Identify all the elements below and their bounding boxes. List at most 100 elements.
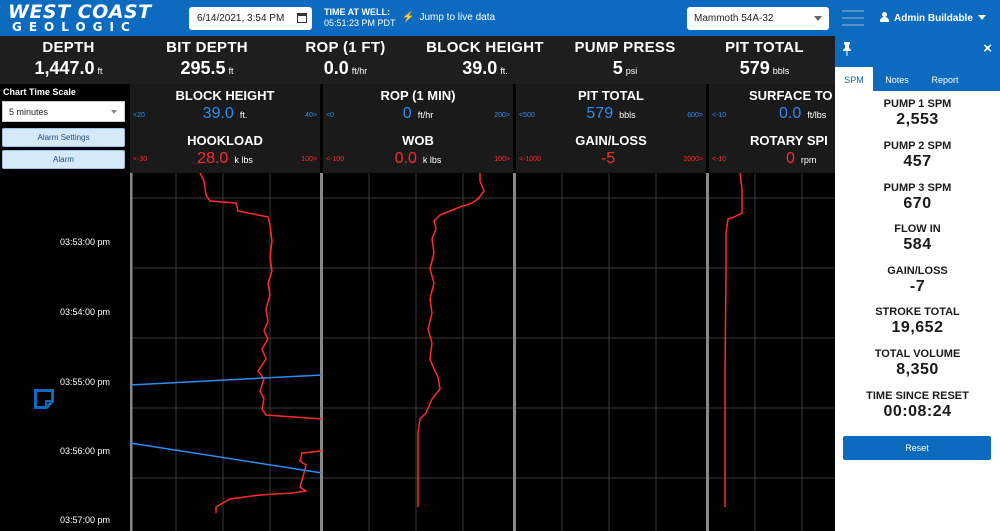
time-scale-value: 5 minutes (9, 107, 49, 117)
track-bottom-unit: k lbs (422, 155, 442, 165)
metric-unit: ft. (500, 66, 508, 76)
grid (130, 173, 835, 531)
tab-report[interactable]: Report (923, 67, 967, 91)
block-height-curve-1 (130, 374, 323, 386)
track-top-value: 0.0 (779, 105, 802, 122)
track-bottom-value: -5 (600, 150, 616, 167)
track-top-label: SURFACE TO (749, 88, 833, 103)
chevron-down-icon (111, 110, 117, 114)
spm-pump2: PUMP 2 SPM 457 (835, 140, 1000, 171)
flow-in: FLOW IN 584 (835, 223, 1000, 254)
tab-notes[interactable]: Notes (877, 67, 917, 91)
wob-curve (417, 173, 485, 507)
stat-value: 8,350 (896, 361, 939, 378)
time-label: 03:56:00 pm (60, 446, 111, 456)
stroke-total: STROKE TOTAL 19,652 (835, 306, 1000, 337)
stat-value: 670 (903, 195, 932, 212)
time-label: 03:54:00 pm (60, 307, 111, 317)
close-icon[interactable]: × (983, 40, 992, 57)
metric-value: 579 (739, 58, 770, 78)
menu-icon[interactable] (842, 10, 864, 28)
track-top-unit: bbls (619, 110, 636, 120)
track-top-value: 39.0 (202, 105, 234, 122)
stat-value: 584 (903, 236, 932, 253)
well-select[interactable]: Mammoth 54A-32 (687, 7, 829, 30)
track-bottom-label: HOOKLOAD (187, 133, 263, 148)
chevron-down-icon (814, 16, 822, 21)
logo-line1: WEST COAST (8, 1, 152, 23)
stat-label: PUMP 3 SPM (883, 182, 952, 194)
side-panel-tabs: SPM Notes Report (835, 64, 1000, 91)
tab-spm[interactable]: SPM (835, 67, 873, 91)
metric-unit: bbls (772, 66, 790, 76)
jump-to-live-button[interactable]: ⚡ Jump to live data (402, 12, 495, 23)
track-bottom-unit: rpm (800, 155, 817, 165)
alarm-button[interactable]: Alarm (2, 150, 125, 169)
track-header-1: BLOCK HEIGHT <20 40> 39.0 ft. HOOKLOAD <-… (130, 84, 320, 173)
time-scale-select[interactable]: 5 minutes (2, 101, 125, 122)
time-label: 03:55:00 pm (60, 377, 111, 387)
bolt-icon: ⚡ (402, 12, 415, 23)
calendar-icon[interactable] (297, 13, 307, 23)
metric-value: 1,447.0 (34, 58, 95, 78)
stat-value: 00:08:24 (883, 403, 952, 420)
track-header-3: PIT TOTAL <500 600> 579 bbls GAIN/LOSS <-… (516, 84, 706, 173)
track-top-value: 0 (402, 105, 412, 122)
metric-label: PIT TOTAL (725, 39, 804, 56)
hookload-curve (199, 173, 323, 420)
stat-value: 19,652 (891, 319, 944, 336)
track-header-2: ROP (1 MIN) <0 200> 0 ft/hr WOB <-100 100… (323, 84, 513, 173)
total-volume: TOTAL VOLUME 8,350 (835, 348, 1000, 379)
pin-icon[interactable] (842, 42, 852, 56)
pit-total-curve (724, 173, 743, 507)
metric-value: 39.0 (462, 58, 498, 78)
metric-unit: psi (625, 66, 638, 76)
spm-pump1: PUMP 1 SPM 2,553 (835, 98, 1000, 129)
block-height-curve-2 (130, 442, 323, 474)
reset-button[interactable]: Reset (843, 436, 991, 460)
metric-unit: ft/hr (351, 66, 368, 76)
track-top-label: BLOCK HEIGHT (175, 88, 275, 103)
metric-value: 295.5 (180, 58, 226, 78)
log-plot[interactable] (130, 173, 835, 531)
track-separators (130, 173, 709, 531)
stat-label: GAIN/LOSS (887, 265, 948, 277)
track-bottom-min: <-10 (712, 156, 727, 163)
stat-label: TOTAL VOLUME (874, 348, 961, 360)
metric-label: ROP (1 FT) (305, 39, 386, 56)
track-top-unit: ft. (239, 110, 248, 120)
stat-label: STROKE TOTAL (875, 306, 960, 318)
gain-loss: GAIN/LOSS -7 (835, 265, 1000, 296)
logo: WEST COAST GEOLOGIC (8, 3, 152, 34)
datetime-input[interactable]: 6/14/2021, 3:54 PM (189, 7, 312, 30)
side-panel: × SPM Notes Report PUMP 1 SPM 2,553 PUMP… (835, 36, 1000, 531)
metric-pit-total: PIT TOTAL 579 bbls (694, 36, 835, 84)
track-top-unit: ft/hr (417, 110, 434, 120)
metric-block-height: BLOCK HEIGHT 39.0 ft. (414, 36, 556, 84)
alarm-settings-button[interactable]: Alarm Settings (2, 128, 125, 147)
user-menu[interactable]: Admin Buildable (880, 12, 986, 24)
metric-label: DEPTH (42, 39, 95, 56)
metric-label: BIT DEPTH (166, 39, 248, 56)
time-label: 03:53:00 pm (60, 237, 111, 247)
metric-unit: ft (97, 66, 103, 76)
metric-value: 0.0 (323, 58, 349, 78)
metric-bit-depth: BIT DEPTH 295.5 ft (137, 36, 277, 84)
track-header-4: SURFACE TO <-10 0.0 ft/lbs ROTARY SPI <-1… (709, 84, 835, 173)
track-bottom-label: WOB (402, 133, 434, 148)
stat-label: TIME SINCE RESET (866, 390, 969, 402)
time-at-well: TIME AT WELL: 05:51:23 PM PDT (324, 7, 396, 28)
stat-value: -7 (909, 278, 926, 295)
top-bar: WEST COAST GEOLOGIC 6/14/2021, 3:54 PM T… (0, 0, 1000, 36)
well-select-value: Mammoth 54A-32 (694, 13, 774, 24)
metric-pump-press: PUMP PRESS 5 psi (556, 36, 694, 84)
metric-value: 5 (612, 58, 623, 78)
datetime-value: 6/14/2021, 3:54 PM (197, 13, 285, 24)
track-bottom-value: 0 (786, 150, 795, 167)
note-icon[interactable] (31, 386, 57, 412)
track-top-min: <-10 (712, 112, 727, 119)
time-label: 03:57:00 pm (60, 515, 111, 525)
track-top-value: 579 (586, 105, 614, 122)
track-bottom-value: 28.0 (197, 150, 229, 167)
metric-rop: ROP (1 FT) 0.0 ft/hr (277, 36, 414, 84)
